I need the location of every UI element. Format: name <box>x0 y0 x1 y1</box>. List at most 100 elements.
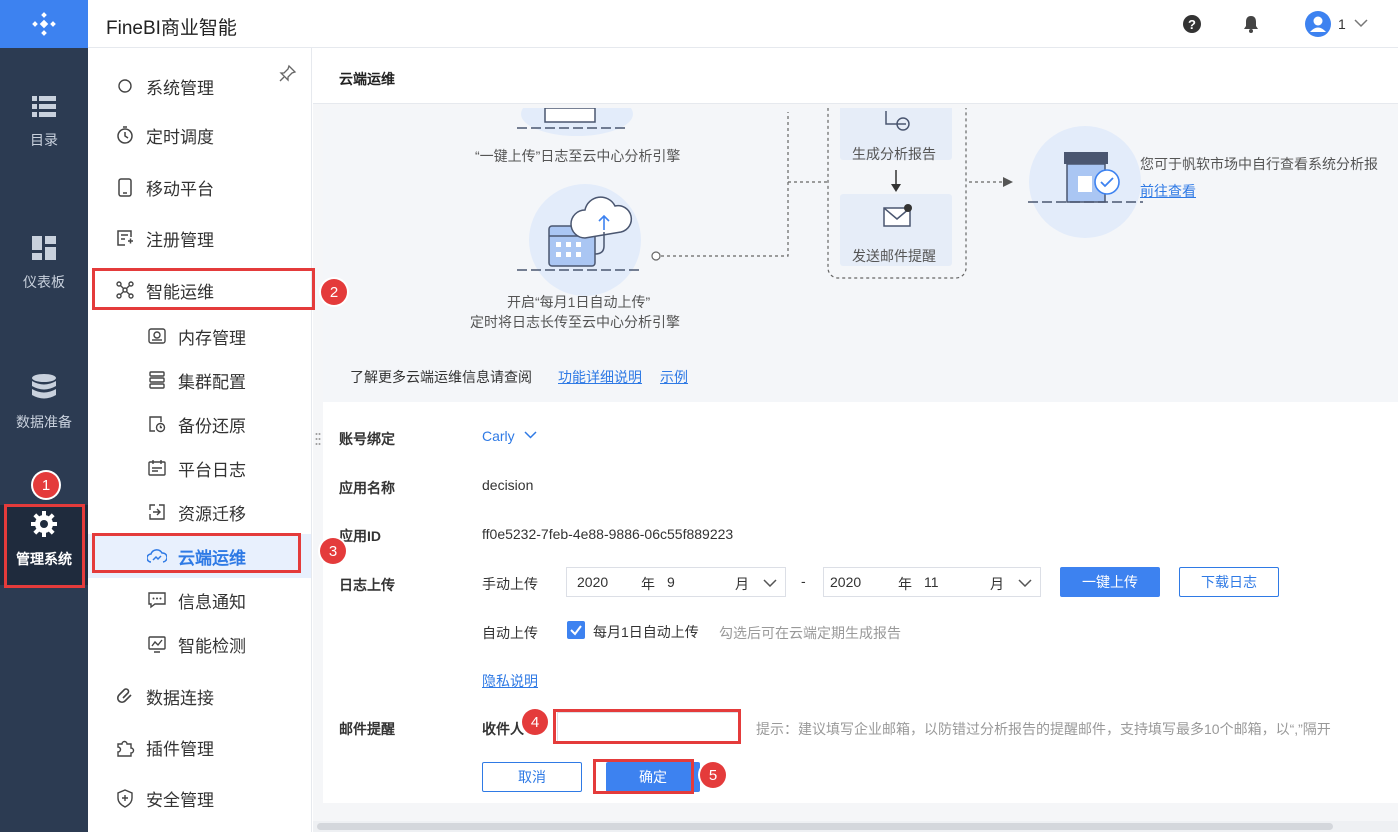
mail-reminder-label: 邮件提醒 <box>339 721 395 737</box>
app-rail: 目录 仪表板 数据准备 管理系统 <box>0 0 88 832</box>
nav-item-memory[interactable]: 内存管理 <box>88 314 311 358</box>
nav-item-backup[interactable]: 备份还原 <box>88 402 311 446</box>
market-link[interactable]: 前往查看 <box>1140 181 1196 201</box>
dashboard-icon <box>32 236 56 260</box>
nav-label: 注册管理 <box>146 230 214 250</box>
step-upload-text: “一键上传”日志至云中心分析引擎 <box>475 148 681 164</box>
puzzle-icon <box>114 736 136 758</box>
month-unit: 月 <box>735 576 749 592</box>
nav-item-notice[interactable]: 信息通知 <box>88 578 311 622</box>
message-icon <box>146 589 168 611</box>
top-bar: FineBI商业智能 ? 1 <box>88 0 1398 48</box>
nav-item-smart-ops[interactable]: 智能运维 <box>88 268 311 312</box>
recipient-input[interactable] <box>557 712 739 742</box>
step-marker: 2 <box>321 279 347 305</box>
resize-handle-icon[interactable] <box>315 432 321 446</box>
user-name: 1 <box>1338 16 1346 32</box>
to-year: 2020 <box>830 574 862 590</box>
chevron-down-icon <box>763 579 777 587</box>
rail-item-admin[interactable]: 管理系统 <box>0 505 88 585</box>
nav-item-schedule[interactable]: 定时调度 <box>88 113 311 157</box>
log-icon <box>146 457 168 479</box>
rail-item-catalog[interactable]: 目录 <box>0 96 88 206</box>
nav-item-data-connection[interactable]: 数据连接 <box>88 674 311 718</box>
nav-label: 资源迁移 <box>178 504 246 524</box>
rail-item-data-prep[interactable]: 数据准备 <box>0 374 88 484</box>
cancel-button[interactable]: 取消 <box>482 762 582 792</box>
step-marker: 3 <box>320 538 346 564</box>
nav-item-register[interactable]: 注册管理 <box>88 216 311 260</box>
timer-icon <box>114 124 136 146</box>
step-marker: 4 <box>522 709 548 735</box>
step-marker: 1 <box>33 472 59 498</box>
link-icon <box>114 685 136 707</box>
help-icon[interactable]: ? <box>1183 15 1201 33</box>
log-upload-label: 日志上传 <box>339 577 395 593</box>
gen-report-text: 生成分析报告 <box>852 146 936 162</box>
nav-label: 智能运维 <box>146 282 214 302</box>
example-link[interactable]: 示例 <box>660 367 688 387</box>
nav-label: 移动平台 <box>146 179 214 199</box>
privacy-link[interactable]: 隐私说明 <box>482 671 538 691</box>
manual-upload-label: 手动上传 <box>482 576 538 592</box>
logo-icon <box>32 12 56 36</box>
avatar[interactable] <box>1305 11 1331 37</box>
nav-label: 云端运维 <box>178 548 246 568</box>
page-title: 云端运维 <box>339 71 395 87</box>
nav-item-mobile[interactable]: 移动平台 <box>88 165 311 209</box>
nav-label: 信息通知 <box>178 592 246 612</box>
chevron-down-icon <box>1018 579 1032 587</box>
migrate-icon <box>146 501 168 523</box>
nav-item-migration[interactable]: 资源迁移 <box>88 490 311 534</box>
svg-text:?: ? <box>1188 17 1196 32</box>
partial-icon <box>114 75 136 97</box>
app-title: FineBI商业智能 <box>106 18 237 39</box>
app-name-label: 应用名称 <box>339 480 395 496</box>
detail-link[interactable]: 功能详细说明 <box>558 367 642 387</box>
nav-item-cloud-ops[interactable]: 云端运维 <box>88 534 311 578</box>
intro-panel: “一键上传”日志至云中心分析引擎 开启“每月1日自动上传” 定时将日志长传至云中… <box>323 108 1398 402</box>
cloud-ops-card: “一键上传”日志至云中心分析引擎 开启“每月1日自动上传” 定时将日志长传至云中… <box>323 108 1398 803</box>
nav-item-smart-check[interactable]: 智能检测 <box>88 622 311 666</box>
bell-icon[interactable] <box>1243 15 1259 33</box>
admin-nav: 系统管理 定时调度 移动平台 注册管理 智能运维 内存管理 集群配置 备份还原 … <box>88 48 312 832</box>
auto-upload-checkbox[interactable] <box>567 621 585 639</box>
one-click-upload-button[interactable]: 一键上传 <box>1060 567 1160 597</box>
nav-item-security[interactable]: 安全管理 <box>88 776 311 820</box>
nav-item-cluster[interactable]: 集群配置 <box>88 358 311 402</box>
nav-label: 备份还原 <box>178 416 246 436</box>
month-unit: 月 <box>990 576 1004 592</box>
year-unit: 年 <box>641 576 655 592</box>
shield-icon <box>114 787 136 809</box>
app-id-value: ff0e5232-7feb-4e88-9886-06c55f889223 <box>482 526 734 542</box>
app-logo[interactable] <box>0 0 88 48</box>
network-icon <box>114 279 136 301</box>
nav-item-platform-log[interactable]: 平台日志 <box>88 446 311 490</box>
market-text: 您可于帆软市场中自行查看系统分析报 <box>1140 156 1378 172</box>
nav-label: 插件管理 <box>146 739 214 759</box>
auto-upload-option[interactable]: 每月1日自动上传 <box>593 622 699 642</box>
chevron-down-icon[interactable] <box>524 431 537 439</box>
to-date-select[interactable]: 2020 年 11 月 <box>823 567 1041 597</box>
send-mail-text: 发送邮件提醒 <box>852 248 936 264</box>
nav-label: 内存管理 <box>178 328 246 348</box>
nav-label: 数据连接 <box>146 688 214 708</box>
from-month: 9 <box>667 574 675 590</box>
rail-item-dashboard[interactable]: 仪表板 <box>0 236 88 346</box>
list-icon <box>32 96 56 117</box>
chevron-down-icon[interactable] <box>1354 19 1368 28</box>
nav-label: 定时调度 <box>146 127 214 147</box>
nav-item-plugins[interactable]: 插件管理 <box>88 725 311 769</box>
from-date-select[interactable]: 2020 年 9 月 <box>566 567 786 597</box>
confirm-button[interactable]: 确定 <box>606 762 700 792</box>
from-year: 2020 <box>577 574 609 590</box>
nav-item-partial[interactable]: 系统管理 <box>88 64 311 108</box>
register-icon <box>114 227 136 249</box>
scrollbar-thumb[interactable] <box>317 823 1333 830</box>
mobile-icon <box>114 176 136 198</box>
account-select[interactable]: Carly <box>482 428 515 444</box>
main-panel: 云端运维 “一键上传”日志至云中心分析引擎 开启“每月1日自动上传” 定时将日志… <box>313 48 1398 832</box>
download-log-button[interactable]: 下载日志 <box>1179 567 1279 597</box>
horizontal-scrollbar[interactable] <box>313 821 1398 832</box>
cloud-chart-icon <box>146 545 168 567</box>
